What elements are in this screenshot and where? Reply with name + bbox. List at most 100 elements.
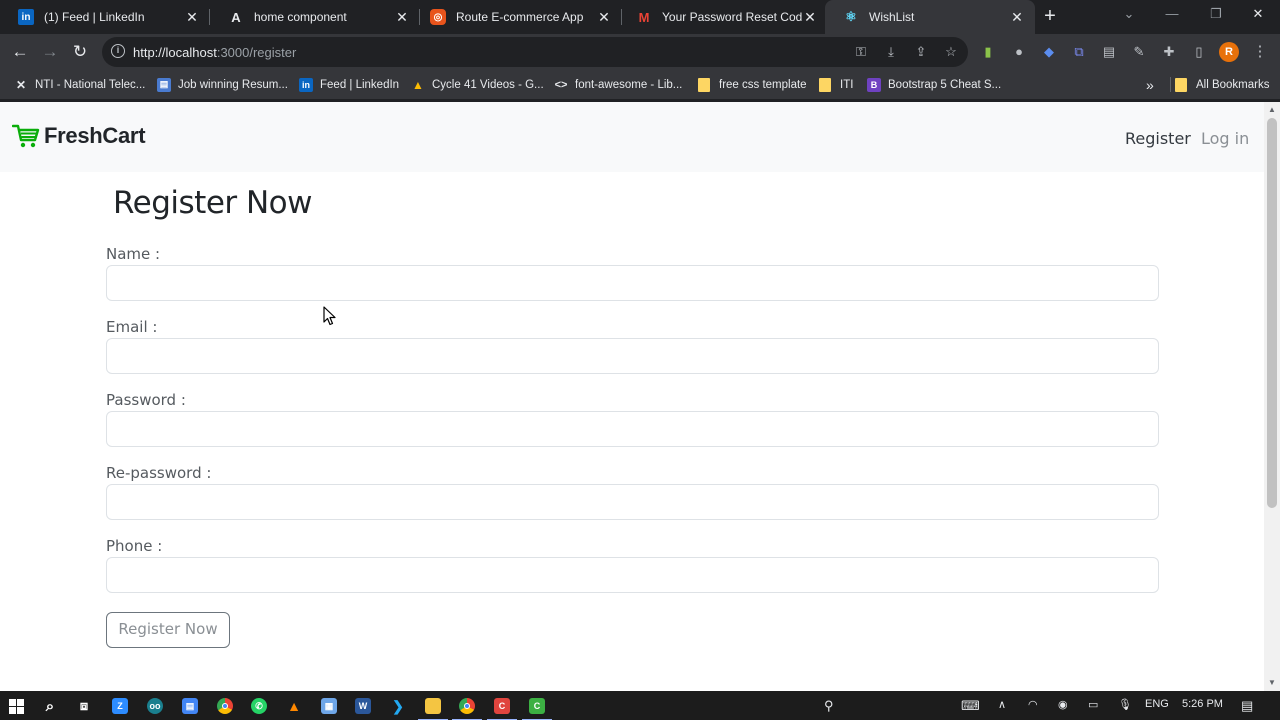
tab-wishlist[interactable]: ⚛ WishList ✕ — [825, 0, 1035, 34]
close-icon[interactable]: ✕ — [184, 9, 200, 26]
side-panel-icon[interactable]: ▯ — [1189, 42, 1209, 62]
bookmark-font-awesome[interactable]: <> font-awesome - Lib... — [554, 76, 683, 93]
wifi-icon[interactable]: ◠ — [1028, 698, 1038, 711]
profile-avatar[interactable]: R — [1219, 42, 1239, 62]
menu-kebab-icon[interactable]: ⋮ — [1250, 42, 1270, 62]
tab-linkedin[interactable]: in (1) Feed | LinkedIn ✕ — [0, 0, 210, 34]
key-icon[interactable]: ⚿ — [852, 43, 870, 61]
app-oo-icon[interactable]: oo — [144, 695, 166, 717]
nav-register-link[interactable]: Register — [1125, 129, 1191, 148]
folder-icon — [425, 698, 441, 714]
tab-search-chevron-icon[interactable]: ⌄ — [1109, 0, 1149, 30]
file-explorer-app-icon[interactable] — [418, 695, 448, 720]
search-icon[interactable]: ⌕ — [39, 695, 61, 717]
tab-gmail[interactable]: M Your Password Reset Code ( ✕ — [618, 0, 828, 34]
new-tab-button[interactable]: + — [1039, 5, 1061, 27]
battery-icon[interactable]: ▭ — [1088, 698, 1098, 711]
share-icon[interactable]: ⇪ — [912, 43, 930, 61]
task-view-icon[interactable]: ⧈ — [73, 695, 95, 717]
people-icon[interactable]: ⚲ — [824, 698, 834, 714]
bookmark-bootstrap[interactable]: B Bootstrap 5 Cheat S... — [867, 76, 1001, 93]
linkedin-icon: in — [18, 9, 34, 25]
vscode-app-icon[interactable]: ❯ — [387, 695, 409, 717]
address-bar[interactable]: i http://localhost:3000/register ⚿ ⤓ ⇪ ☆ — [102, 37, 968, 67]
scroll-down-icon[interactable]: ▼ — [1267, 678, 1277, 688]
bookmark-iti[interactable]: ITI — [819, 76, 853, 93]
word-app-icon[interactable]: W — [352, 695, 374, 717]
chevron-up-icon[interactable]: ∧ — [998, 698, 1006, 711]
page-scrollbar[interactable]: ▲ ▼ — [1264, 102, 1280, 691]
bookmark-linkedin[interactable]: in Feed | LinkedIn — [299, 76, 399, 93]
notes-app-icon[interactable]: ▤ — [179, 695, 201, 717]
meet-icon[interactable]: ◉ — [1058, 698, 1068, 711]
bookmark-free-css[interactable]: free css template — [698, 76, 807, 93]
nav-login-link[interactable]: Log in — [1201, 129, 1249, 148]
route-icon: ◎ — [430, 9, 446, 25]
bookmark-cycle-videos[interactable]: ▲ Cycle 41 Videos - G... — [411, 76, 544, 93]
notepad-app-icon[interactable]: ▦ — [318, 695, 340, 717]
translate-icon[interactable]: ⧉ — [1069, 42, 1089, 62]
brand-name: FreshCart — [44, 123, 146, 148]
windows-start-icon[interactable] — [5, 695, 27, 717]
extension-drop-icon[interactable]: ◆ — [1039, 42, 1059, 62]
password-input[interactable] — [106, 411, 1159, 447]
linkedin-icon: in — [299, 77, 313, 92]
forward-arrow-icon[interactable]: → — [38, 40, 62, 64]
tab-home-component[interactable]: A home component ✕ — [210, 0, 420, 34]
reload-icon[interactable]: ↻ — [68, 40, 92, 64]
doc-icon: ▤ — [157, 77, 171, 92]
bookmark-label: Bootstrap 5 Cheat S... — [888, 78, 1002, 91]
extension-book-icon[interactable]: ▤ — [1099, 42, 1119, 62]
nti-icon: ✕ — [15, 77, 27, 92]
scrollbar-thumb[interactable] — [1267, 118, 1277, 508]
phone-label: Phone : — [106, 537, 163, 555]
star-icon[interactable]: ☆ — [942, 43, 960, 61]
shopping-cart-icon — [12, 124, 40, 148]
all-bookmarks-label: All Bookmarks — [1196, 78, 1270, 91]
brand-logo-link[interactable]: FreshCart — [12, 123, 146, 149]
zoom-app-icon[interactable]: Z — [109, 695, 131, 717]
recorder-app-icon[interactable]: C — [487, 695, 517, 720]
bookmarks-overflow-button[interactable]: » — [1146, 76, 1154, 93]
eyedropper-icon[interactable]: ✎ — [1129, 42, 1149, 62]
bookmarks-bar: ✕ NTI - National Telec... ▤ Job winning … — [0, 70, 1280, 99]
scroll-up-icon[interactable]: ▲ — [1267, 105, 1277, 115]
vlc-app-icon[interactable]: ▲ — [283, 695, 305, 717]
install-icon[interactable]: ⤓ — [882, 43, 900, 61]
whatsapp-icon: ✆ — [251, 698, 267, 714]
phone-input[interactable] — [106, 557, 1159, 593]
site-info-icon[interactable]: i — [111, 44, 125, 58]
close-icon[interactable]: ✕ — [1009, 9, 1025, 26]
extension-doc-icon[interactable]: ▮ — [978, 42, 998, 62]
chrome-active-app-icon[interactable] — [452, 695, 482, 720]
back-arrow-icon[interactable]: ← — [8, 40, 32, 64]
close-icon[interactable]: ✕ — [394, 9, 410, 26]
url-text[interactable]: http://localhost:3000/register — [133, 45, 296, 60]
minimize-button[interactable]: — — [1152, 0, 1192, 30]
bookmark-label: NTI - National Telec... — [35, 78, 146, 91]
close-icon[interactable]: ✕ — [802, 9, 818, 26]
notifications-icon[interactable]: ▤ — [1241, 698, 1253, 714]
close-window-button[interactable]: ✕ — [1238, 0, 1278, 30]
note-icon: ▤ — [182, 698, 198, 714]
close-icon[interactable]: ✕ — [596, 9, 612, 26]
repassword-input[interactable] — [106, 484, 1159, 520]
microphone-icon[interactable]: 🎙 — [1118, 698, 1132, 711]
email-input[interactable] — [106, 338, 1159, 374]
clock[interactable]: 5:26 PM — [1182, 698, 1223, 710]
tab-route-ecommerce[interactable]: ◎ Route E-commerce App ✕ — [412, 0, 622, 34]
extensions-puzzle-icon[interactable]: ✚ — [1159, 42, 1179, 62]
chrome-app-icon[interactable] — [214, 695, 236, 717]
restore-button[interactable]: ❐ — [1196, 0, 1236, 30]
camtasia-app-icon[interactable]: C — [522, 695, 552, 720]
keyboard-icon[interactable]: ⌨ — [961, 698, 980, 714]
language-indicator[interactable]: ENG — [1145, 698, 1169, 710]
react-icon: ⚛ — [845, 9, 857, 24]
bookmark-nti[interactable]: ✕ NTI - National Telec... — [14, 76, 145, 93]
whatsapp-app-icon[interactable]: ✆ — [248, 695, 270, 717]
name-input[interactable] — [106, 265, 1159, 301]
register-submit-button[interactable]: Register Now — [106, 612, 230, 648]
all-bookmarks-button[interactable]: All Bookmarks — [1175, 76, 1270, 93]
bookmark-job-resume[interactable]: ▤ Job winning Resum... — [157, 76, 288, 93]
extension-circle-icon[interactable]: ● — [1009, 42, 1029, 62]
